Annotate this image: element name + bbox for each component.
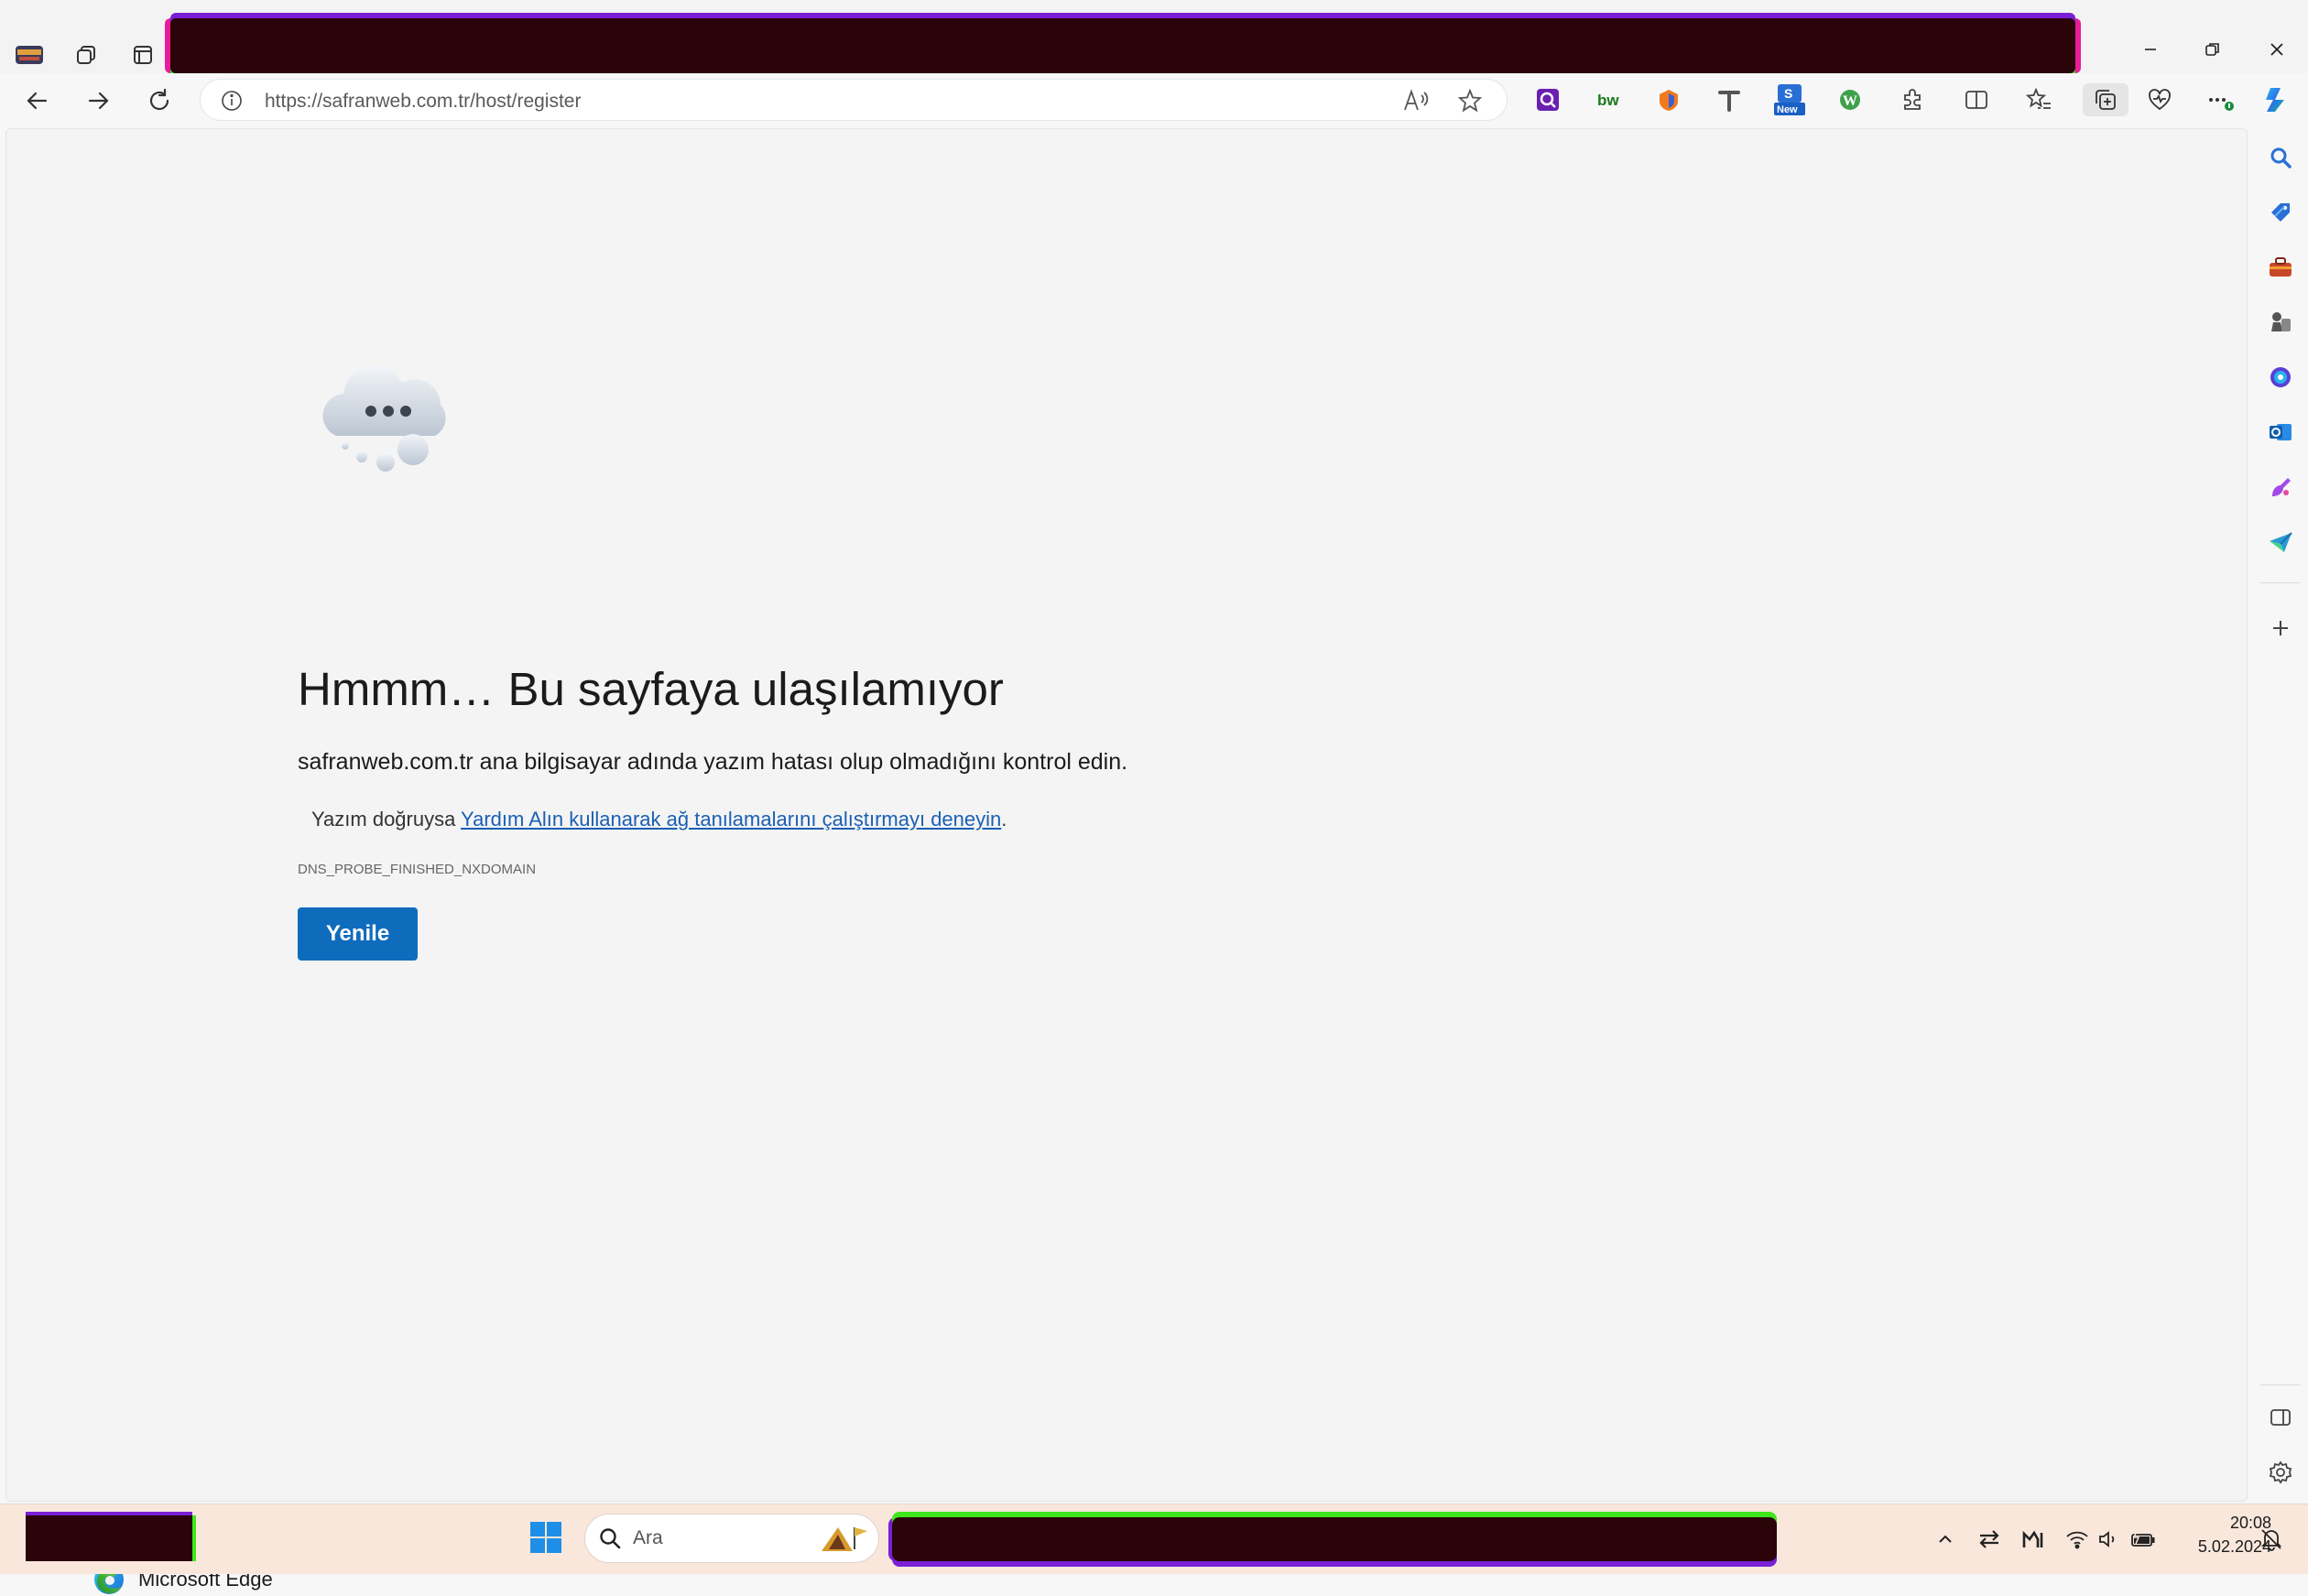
show-hidden-icons-icon[interactable] (1931, 1525, 1960, 1554)
sidebar-shopping-tag-icon[interactable] (2262, 194, 2299, 231)
extension-shield-icon[interactable] (1652, 83, 1685, 116)
svg-text:W: W (1843, 93, 1857, 109)
page-content: Hmmm… Bu sayfaya ulaşılamıyor safranweb.… (5, 128, 2248, 1594)
extension-new-icon[interactable]: S New (1773, 83, 1806, 116)
read-aloud-icon[interactable] (1402, 88, 1430, 118)
extension-bw-icon[interactable]: bw (1592, 83, 1625, 116)
error-description: safranweb.com.tr ana bilgisayar adında y… (298, 749, 1128, 775)
taskbar: Ara 20:08 5.02.2024 (0, 1504, 2308, 1574)
favorites-icon[interactable] (2022, 83, 2055, 116)
profile-avatar-icon[interactable] (11, 37, 48, 73)
title-bar (0, 0, 2308, 73)
tray-app-icon[interactable] (2019, 1525, 2048, 1554)
browser-toolbar: https://safranweb.com.tr/host/register b… (0, 73, 2308, 126)
redacted-widget (26, 1515, 192, 1561)
more-menu-icon[interactable] (2204, 83, 2237, 116)
search-highlight-icon (818, 1522, 871, 1561)
sidebar-divider (2260, 1384, 2301, 1385)
svg-text:bw: bw (1597, 92, 1619, 109)
cloud-error-icon (322, 365, 446, 472)
back-button[interactable] (18, 81, 57, 120)
extension-wordpress-icon[interactable]: W (1834, 83, 1867, 116)
workspaces-icon[interactable] (68, 37, 104, 73)
collections-icon[interactable] (2083, 83, 2128, 116)
sidebar-search-icon[interactable] (2262, 139, 2299, 176)
battery-icon[interactable] (2128, 1525, 2158, 1554)
search-icon (598, 1526, 622, 1555)
sidebar-settings-icon[interactable] (2262, 1454, 2299, 1491)
network-diagnostics-link[interactable]: Yardım Alın kullanarak ağ tanılamalarını… (461, 808, 1001, 831)
favorite-star-icon[interactable] (1457, 88, 1483, 118)
refresh-button[interactable] (140, 81, 179, 120)
extensions-puzzle-icon[interactable] (1896, 83, 1929, 116)
error-hint: Yazım doğruysa Yardım Alın kullanarak ağ… (311, 808, 1007, 831)
tab-actions-icon[interactable] (125, 37, 161, 73)
redacted-tabs (170, 18, 2075, 73)
sidebar-games-icon[interactable] (2262, 304, 2299, 341)
address-bar[interactable]: https://safranweb.com.tr/host/register (200, 79, 1508, 121)
forward-button[interactable] (79, 81, 117, 120)
minimize-button[interactable] (2123, 31, 2178, 68)
new-badge: New (1777, 104, 1798, 115)
sidebar-outlook-icon[interactable] (2262, 414, 2299, 451)
wifi-icon[interactable] (2063, 1525, 2092, 1554)
url-text[interactable]: https://safranweb.com.tr/host/register (265, 91, 581, 113)
restore-button[interactable] (2185, 31, 2240, 68)
sidebar-designer-icon[interactable] (2262, 469, 2299, 505)
hint-suffix: . (1001, 808, 1007, 831)
sidebar-add-icon[interactable] (2262, 610, 2299, 646)
extension-search-icon[interactable] (1531, 83, 1564, 116)
svg-text:S: S (1784, 86, 1792, 101)
taskbar-search[interactable]: Ara (584, 1514, 879, 1563)
close-button[interactable] (2249, 31, 2304, 68)
tray-transfer-icon[interactable] (1975, 1525, 2004, 1554)
sidebar-briefcase-icon[interactable] (2262, 249, 2299, 286)
copilot-icon[interactable] (2260, 83, 2293, 116)
sidebar-toggle-icon[interactable] (2262, 1399, 2299, 1436)
error-title: Hmmm… Bu sayfaya ulaşılamıyor (298, 663, 1004, 715)
hint-prefix: Yazım doğruysa (311, 808, 462, 831)
windows-start-icon[interactable] (529, 1521, 562, 1558)
split-screen-icon[interactable] (1960, 83, 1993, 116)
search-placeholder: Ara (633, 1527, 663, 1548)
error-code: DNS_PROBE_FINISHED_NXDOMAIN (298, 862, 537, 877)
extension-t-icon[interactable] (1713, 83, 1746, 116)
reload-button[interactable]: Yenile (298, 907, 418, 961)
redacted-taskbar-apps (892, 1517, 1777, 1561)
sidebar-copilot-icon[interactable] (2262, 359, 2299, 396)
edge-sidebar (2253, 128, 2308, 1502)
info-icon[interactable] (221, 90, 243, 116)
sidebar-send-icon[interactable] (2262, 524, 2299, 560)
browser-essentials-icon[interactable] (2143, 83, 2176, 116)
sidebar-divider (2260, 582, 2301, 583)
volume-icon[interactable] (2094, 1525, 2123, 1554)
notification-bell-icon[interactable] (2257, 1525, 2286, 1554)
